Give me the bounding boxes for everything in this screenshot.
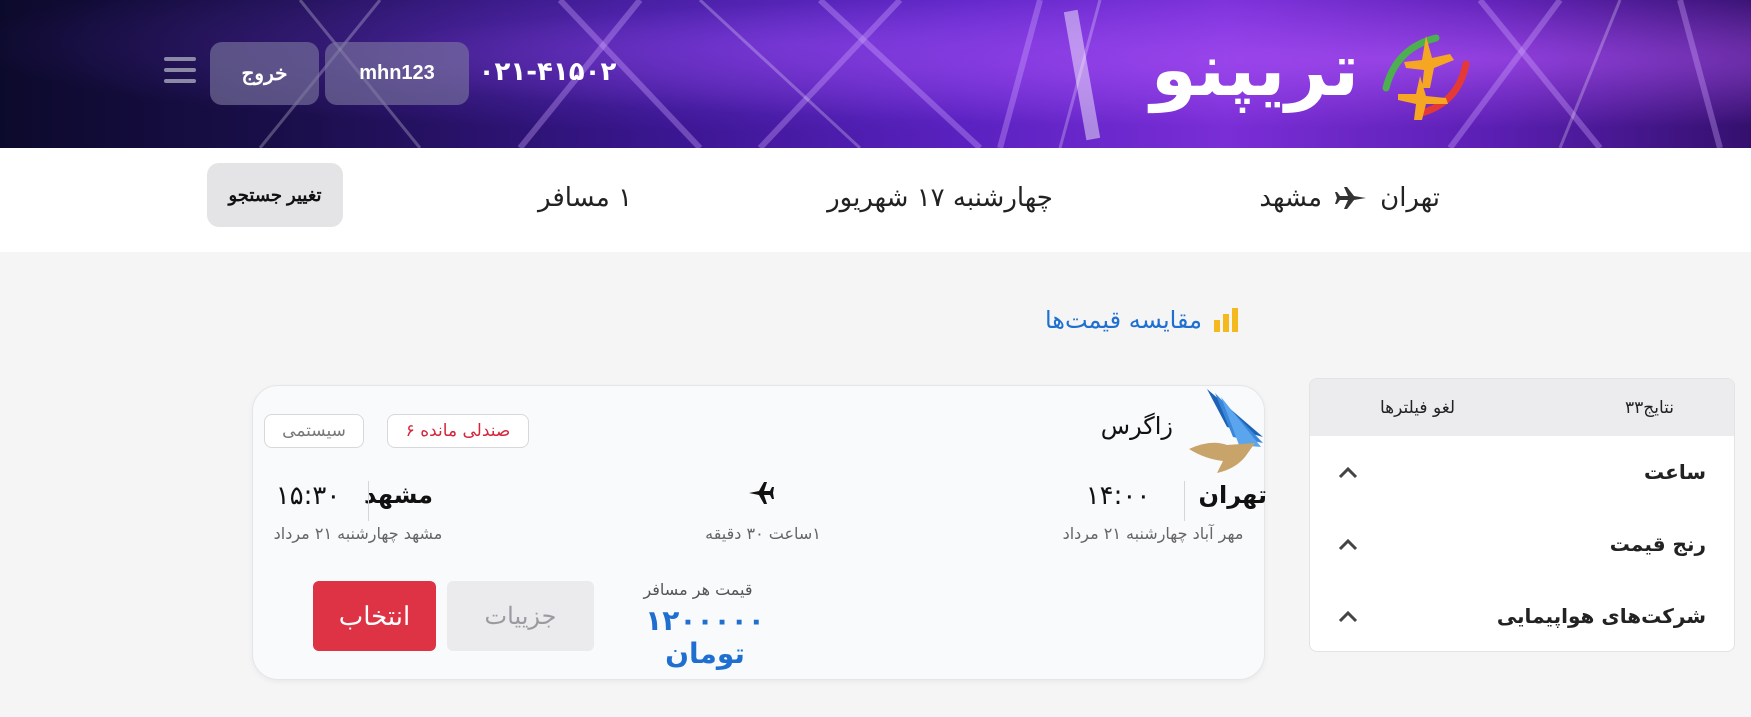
departure-divider [1184,481,1185,521]
flight-details-button[interactable]: جزییات [447,581,594,651]
arrival-detail: مشهد چهارشنبه ۲۱ مرداد [273,524,443,543]
chevron-up-icon [1338,610,1358,623]
filters-header: لغو فیلترها نتایج۳۳ [1310,379,1734,436]
price-per-passenger-label: قیمت هر مسافر [643,580,753,599]
support-phone: ۰۲۱-۴۱۵۰۲ [478,57,617,87]
origin-city: تهران [1380,183,1440,213]
departure-time: ۱۴:۰۰ [1085,481,1151,511]
header-banner: تریپنو ۰۲۱-۴۱۵۰۲ mhn123 خروج [0,0,1751,148]
filter-price-range[interactable]: رنج قیمت [1310,508,1734,580]
filter-time[interactable]: ساعت [1310,436,1734,508]
bar-chart-icon [1214,308,1238,332]
chevron-up-icon [1338,538,1358,551]
user-account-button[interactable]: mhn123 [325,42,469,105]
brand-logo-icon [1382,34,1470,120]
brand-logo-text: تریپنو [1150,27,1360,113]
seats-left-badge: ۶ صندلی مانده [387,414,529,448]
departure-detail: مهر آباد چهارشنبه ۲۱ مرداد [1062,524,1244,543]
filter-airlines-label: شرکت‌های هواپیمایی [1496,604,1706,628]
filter-airlines[interactable]: شرکت‌های هواپیمایی [1310,580,1734,651]
airline-name: زاگرس [1100,412,1173,440]
flight-duration: ۱ساعت ۳۰ دقیقه [705,524,821,543]
airplane-icon [1335,187,1367,209]
travel-date: چهارشنبه ۱۷ شهریور [827,183,1053,213]
hamburger-menu-icon[interactable] [164,57,196,87]
chevron-up-icon [1338,466,1358,479]
filter-price-range-label: رنج قیمت [1609,532,1706,556]
results-count: نتایج۳۳ [1624,397,1674,418]
ticket-type-badge: سیستمی [264,414,364,448]
change-search-button[interactable]: تغییر جستجو [207,163,343,227]
route-summary: تهران مشهد [1240,176,1440,220]
passenger-count: ۱ مسافر [537,183,633,213]
select-flight-button[interactable]: انتخاب [313,581,436,651]
flight-card: زاگرس ۶ صندلی مانده سیستمی تهران ۱۴:۰۰ م… [252,385,1268,680]
logout-button[interactable]: خروج [210,42,319,105]
destination-city: مشهد [1259,183,1323,213]
filters-panel: لغو فیلترها نتایج۳۳ ساعت رنج قیمت شرکت‌ه… [1309,378,1735,652]
filter-time-label: ساعت [1643,460,1706,484]
compare-prices-label: مقایسه قیمت‌ها [1044,306,1202,334]
compare-prices-link[interactable]: مقایسه قیمت‌ها [1030,300,1240,340]
airline-logo-icon [1189,389,1263,473]
arrival-city: مشهد [364,481,433,509]
departure-city: تهران [1198,481,1268,509]
flight-price: ۱۲۰۰۰۰۰ تومان [645,604,765,670]
arrival-divider [368,481,369,521]
clear-filters-link[interactable]: لغو فیلترها [1380,398,1455,418]
arrival-time: ۱۵:۳۰ [275,481,341,511]
flight-plane-icon [749,482,774,504]
